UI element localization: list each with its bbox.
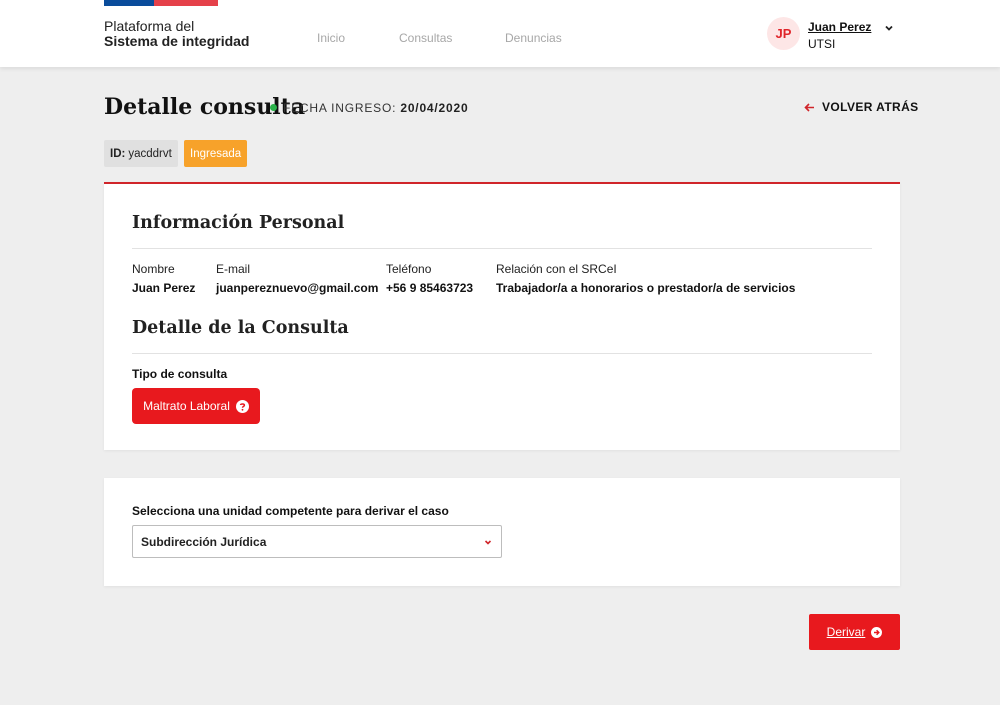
unidad-select-value: Subdirección Jurídica (141, 534, 267, 549)
nav-denuncias[interactable]: Denuncias (505, 31, 562, 45)
tipo-consulta-value: Maltrato Laboral (143, 399, 230, 413)
user-unit: UTSI (808, 37, 836, 51)
tipo-consulta-label: Tipo de consulta (132, 367, 228, 381)
derivar-card: Selecciona una unidad competente para de… (104, 478, 900, 586)
flag-blue (104, 0, 154, 6)
brand-line1: Plataforma del (104, 18, 195, 34)
field-label: Nombre (132, 262, 175, 276)
field-telefono: Teléfono +56 9 85463723 (386, 262, 473, 295)
arrow-left-icon (804, 102, 814, 112)
detail-card: Información Personal Nombre Juan Perez E… (104, 182, 900, 450)
fecha-label: FECHA INGRESO: (283, 101, 397, 115)
id-value: yacddrvt (128, 147, 172, 160)
chevron-down-icon[interactable] (883, 22, 895, 34)
field-label: Relación con el SRCeI (496, 262, 617, 276)
user-name[interactable]: Juan Perez (808, 20, 871, 34)
unidad-select[interactable]: Subdirección Jurídica (132, 525, 502, 558)
back-label: VOLVER ATRÁS (822, 100, 919, 114)
arrow-right-circle-icon (871, 626, 883, 638)
consulta-detail-title: Detalle de la Consulta (132, 318, 349, 338)
derivar-button[interactable]: Derivar (809, 614, 900, 650)
field-label: Teléfono (386, 262, 432, 276)
field-relacion: Relación con el SRCeI Trabajador/a a hon… (496, 262, 795, 295)
status-badge: Ingresada (184, 140, 248, 167)
help-icon[interactable] (235, 399, 249, 413)
field-label: E-mail (216, 262, 251, 276)
field-value: Juan Perez (132, 281, 196, 295)
id-badge: ID: yacddrvt (104, 140, 178, 167)
fecha-value: 20/04/2020 (400, 101, 469, 115)
divider (132, 248, 872, 249)
flag-red (154, 0, 218, 6)
field-email: E-mail juanpereznuevo@gmail.com (216, 262, 378, 295)
field-value: Trabajador/a a honorarios o prestador/a … (496, 281, 796, 295)
brand-logo[interactable]: Plataforma del Sistema de integridad (104, 19, 249, 49)
chevron-down-icon (484, 539, 492, 545)
field-value: +56 9 85463723 (386, 281, 474, 295)
fecha-ingreso: FECHA INGRESO: 20/04/2020 (283, 101, 468, 115)
top-bar: Plataforma del Sistema de integridad Ini… (0, 0, 1000, 67)
unidad-select-label: Selecciona una unidad competente para de… (132, 504, 449, 518)
personal-info-title: Información Personal (132, 213, 345, 233)
field-value: juanpereznuevo@gmail.com (216, 281, 379, 295)
id-label: ID: (110, 147, 126, 160)
derivar-label: Derivar (826, 625, 866, 639)
status-dot-icon (270, 104, 277, 111)
divider (132, 353, 872, 354)
brand-line2: Sistema de integridad (104, 33, 250, 49)
nav-inicio[interactable]: Inicio (317, 31, 345, 45)
field-nombre: Nombre Juan Perez (132, 262, 195, 295)
avatar[interactable]: JP (767, 17, 800, 50)
nav-consultas[interactable]: Consultas (399, 31, 452, 45)
flag-stripe (104, 0, 218, 6)
back-button[interactable]: VOLVER ATRÁS (804, 100, 919, 114)
tipo-consulta-button[interactable]: Maltrato Laboral (132, 388, 260, 424)
